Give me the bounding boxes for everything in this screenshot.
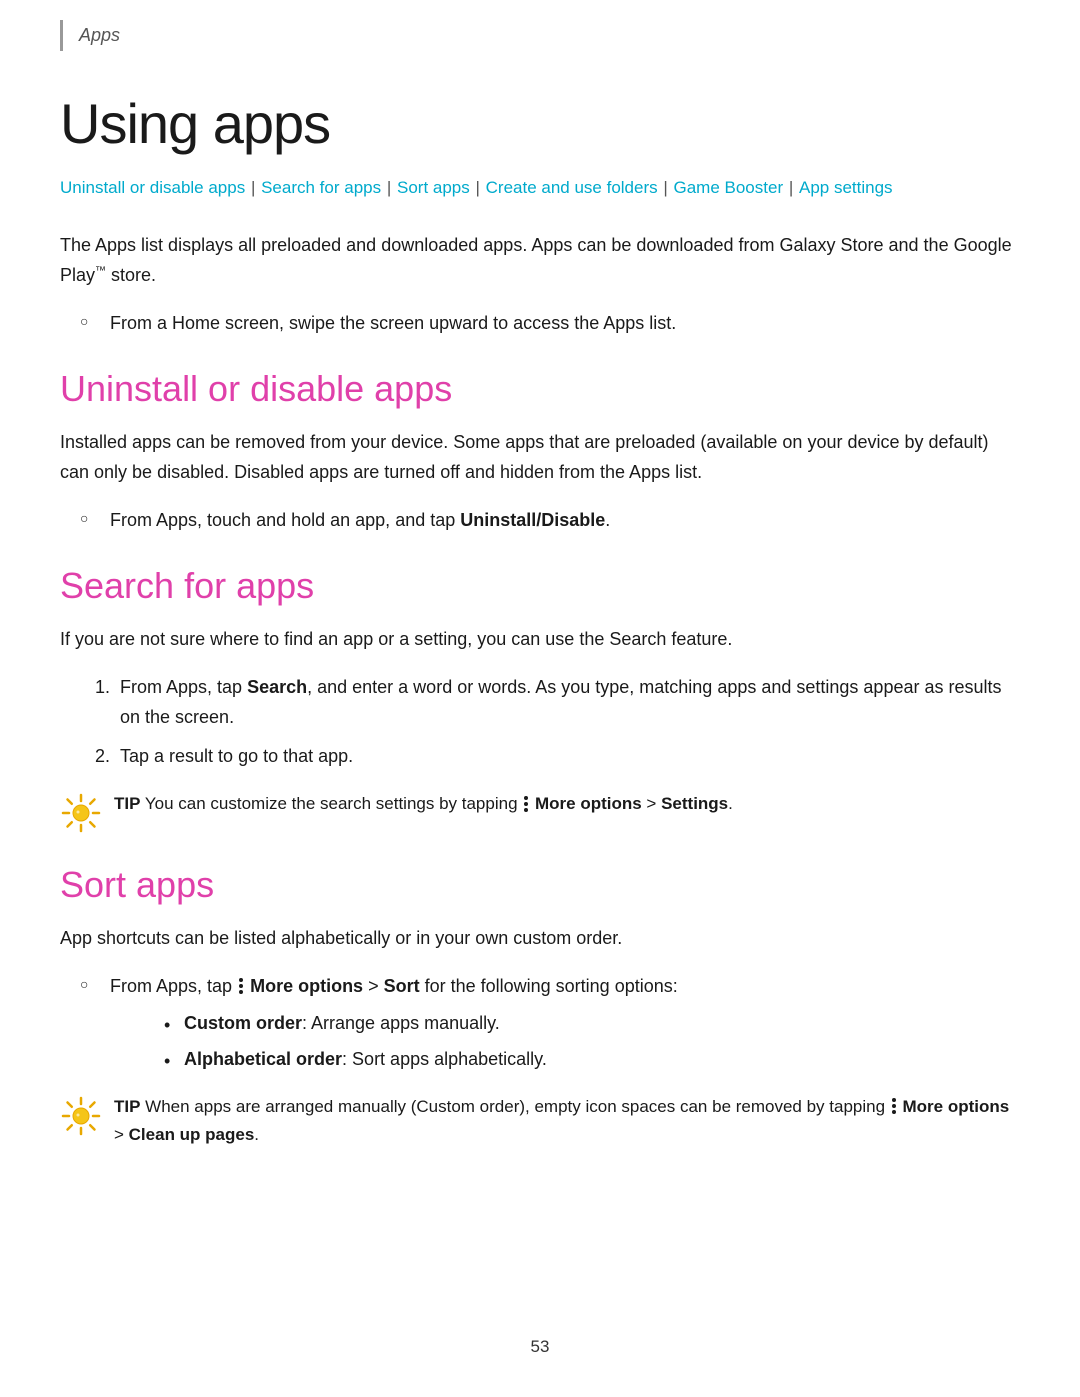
search-step-1: From Apps, tap Search, and enter a word … xyxy=(115,673,1020,732)
intro-paragraph: The Apps list displays all preloaded and… xyxy=(60,231,1020,290)
search-step-2: Tap a result to go to that app. xyxy=(115,742,1020,772)
sort-sub-item-alpha: Alphabetical order: Sort apps alphabetic… xyxy=(160,1045,1020,1075)
page-title: Using apps xyxy=(60,91,1020,156)
more-options-icon-2 xyxy=(239,978,243,994)
nav-link-uninstall[interactable]: Uninstall or disable apps xyxy=(60,178,245,197)
nav-link-sort[interactable]: Sort apps xyxy=(397,178,470,197)
tip-search: TIP You can customize the search setting… xyxy=(60,790,1020,834)
more-options-icon-3 xyxy=(892,1098,896,1114)
nav-link-search[interactable]: Search for apps xyxy=(261,178,381,197)
nav-links-container: Uninstall or disable apps | Search for a… xyxy=(60,174,1020,201)
tip-label: TIP xyxy=(114,794,140,813)
tip-label-2: TIP xyxy=(114,1097,140,1116)
sort-circle-list: From Apps, tap More options > Sort for t… xyxy=(60,972,1020,1075)
tip-sort-text: TIP When apps are arranged manually (Cus… xyxy=(114,1093,1020,1149)
tip-search-text: TIP You can customize the search setting… xyxy=(114,790,733,818)
nav-link-folders[interactable]: Create and use folders xyxy=(486,178,658,197)
uninstall-bullet-list: From Apps, touch and hold an app, and ta… xyxy=(60,506,1020,536)
page-number: 53 xyxy=(0,1337,1080,1357)
section-heading-search: Search for apps xyxy=(60,565,1020,607)
nav-link-game-booster[interactable]: Game Booster xyxy=(674,178,784,197)
sort-circle-item: From Apps, tap More options > Sort for t… xyxy=(60,972,1020,1075)
breadcrumb: Apps xyxy=(79,25,120,45)
section-heading-sort: Sort apps xyxy=(60,864,1020,906)
more-options-icon-1 xyxy=(524,796,528,812)
tip-icon-search xyxy=(60,792,102,834)
uninstall-bullet-item: From Apps, touch and hold an app, and ta… xyxy=(60,506,1020,536)
sort-sub-item-custom: Custom order: Arrange apps manually. xyxy=(160,1009,1020,1039)
intro-bullet-list: From a Home screen, swipe the screen upw… xyxy=(60,309,1020,339)
intro-bullet-item: From a Home screen, swipe the screen upw… xyxy=(60,309,1020,339)
page-header: Apps xyxy=(60,20,1020,51)
nav-link-app-settings[interactable]: App settings xyxy=(799,178,893,197)
search-numbered-list: From Apps, tap Search, and enter a word … xyxy=(60,673,1020,772)
uninstall-body-text: Installed apps can be removed from your … xyxy=(60,428,1020,487)
section-heading-uninstall: Uninstall or disable apps xyxy=(60,368,1020,410)
tip-sort: TIP When apps are arranged manually (Cus… xyxy=(60,1093,1020,1149)
sort-sub-bullet-list: Custom order: Arrange apps manually. Alp… xyxy=(160,1009,1020,1074)
search-body-text: If you are not sure where to find an app… xyxy=(60,625,1020,655)
tip-icon-sort xyxy=(60,1095,102,1137)
sort-body-text: App shortcuts can be listed alphabetical… xyxy=(60,924,1020,954)
